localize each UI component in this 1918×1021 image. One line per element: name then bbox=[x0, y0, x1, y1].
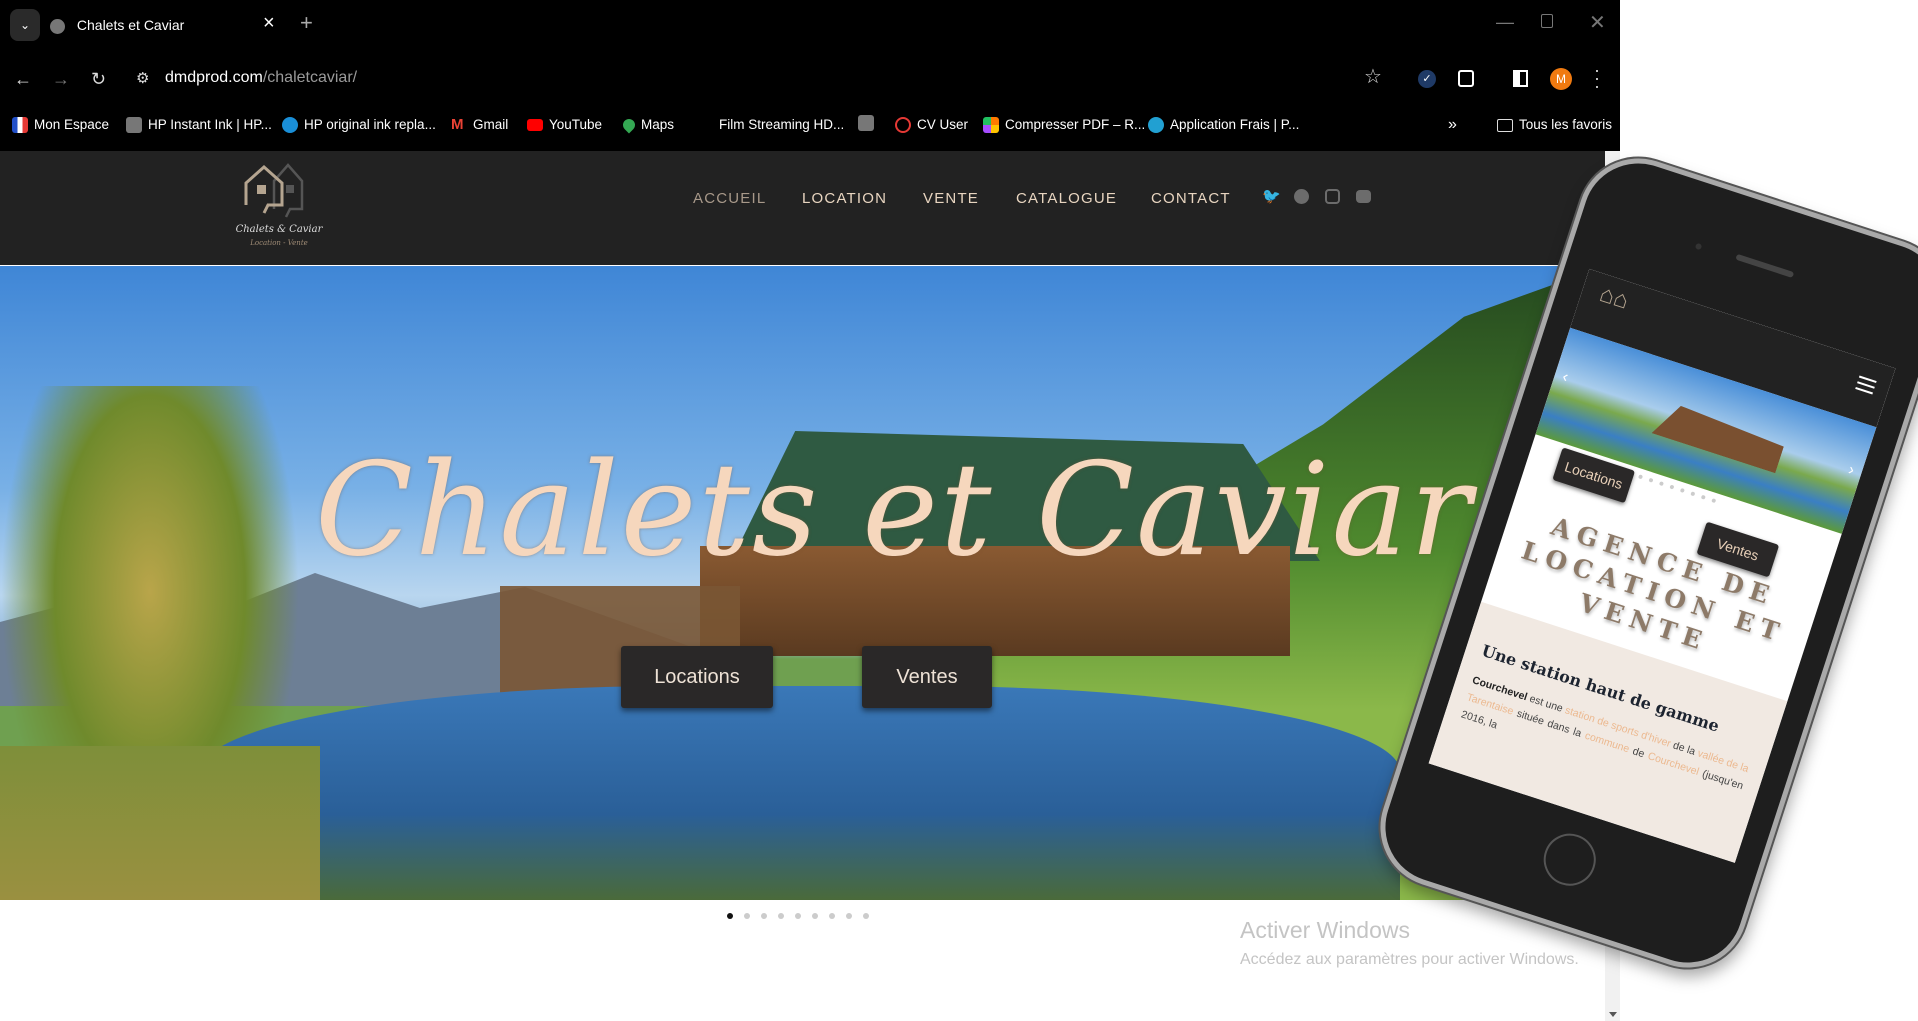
carousel-dot[interactable] bbox=[795, 913, 801, 919]
chalet-logo-icon bbox=[244, 163, 304, 218]
reload-button[interactable]: ↻ bbox=[91, 69, 106, 89]
chevron-left-icon[interactable]: ‹ bbox=[1560, 368, 1570, 387]
carousel-dot[interactable] bbox=[1700, 494, 1706, 500]
grid-icon bbox=[983, 117, 999, 133]
phone-home-button bbox=[1536, 826, 1603, 893]
bookmark-maps[interactable]: Maps bbox=[620, 115, 674, 135]
globe-icon bbox=[126, 117, 142, 133]
bookmark-mon-espace[interactable]: Mon Espace bbox=[12, 115, 109, 135]
carousel-dot[interactable] bbox=[1638, 474, 1644, 480]
globe-icon bbox=[858, 115, 874, 131]
tab-close-button[interactable]: × bbox=[263, 12, 275, 35]
pond bbox=[200, 686, 1400, 900]
tab-active[interactable]: Chalets et Caviar bbox=[50, 8, 290, 42]
forward-button[interactable]: → bbox=[52, 69, 70, 89]
carousel-dot[interactable] bbox=[727, 913, 733, 919]
marianne-icon bbox=[12, 117, 28, 133]
bookmark-globe[interactable] bbox=[858, 115, 874, 131]
bookmark-application-frais[interactable]: Application Frais | P... bbox=[1148, 115, 1299, 135]
url-domain: dmdprod.com bbox=[165, 69, 263, 86]
scroll-down-arrow-icon[interactable] bbox=[1609, 1012, 1617, 1017]
hp-icon bbox=[282, 117, 298, 133]
wordpress-icon bbox=[1148, 117, 1164, 133]
carousel-dot[interactable] bbox=[1658, 481, 1664, 487]
bookmark-star-icon[interactable]: ☆ bbox=[1364, 67, 1382, 87]
restore-button[interactable] bbox=[1541, 14, 1553, 28]
carousel-dot[interactable] bbox=[1690, 491, 1696, 497]
locations-button[interactable]: Locations bbox=[621, 646, 773, 708]
bookmark-hp-instant-ink[interactable]: HP Instant Ink | HP... bbox=[126, 115, 272, 135]
more-bookmarks-button[interactable]: » bbox=[1448, 115, 1457, 135]
bookmark-cv-user[interactable]: CV User bbox=[895, 115, 968, 135]
bookmark-film-streaming[interactable]: Film Streaming HD... bbox=[719, 115, 844, 135]
profile-avatar[interactable]: M bbox=[1550, 68, 1572, 90]
tab-title: Chalets et Caviar bbox=[76, 17, 185, 33]
tab-search-button[interactable]: ⌄ bbox=[10, 9, 40, 41]
new-tab-button[interactable]: + bbox=[300, 10, 313, 36]
hamburger-menu-icon[interactable] bbox=[1855, 375, 1877, 395]
carousel-dot[interactable] bbox=[1679, 487, 1685, 493]
nav-vente[interactable]: VENTE bbox=[923, 190, 979, 207]
globe-icon bbox=[50, 18, 65, 34]
carousel-dot[interactable] bbox=[846, 913, 852, 919]
site-header: Chalets & Caviar Location - Vente ACCUEI… bbox=[0, 151, 1605, 265]
carousel-dots bbox=[727, 913, 869, 919]
all-bookmarks-button[interactable]: Tous les favoris bbox=[1497, 115, 1612, 135]
phone-camera bbox=[1694, 242, 1703, 251]
hero-carousel[interactable]: Chalets et Caviar Locations Ventes bbox=[0, 266, 1605, 900]
side-panel-icon[interactable] bbox=[1513, 70, 1528, 87]
carousel-dot[interactable] bbox=[744, 913, 750, 919]
site-logo[interactable]: Chalets & Caviar Location - Vente bbox=[236, 161, 328, 256]
maps-icon bbox=[620, 116, 638, 134]
website-viewport: Chalets & Caviar Location - Vente ACCUEI… bbox=[0, 151, 1605, 1021]
activate-windows-title: Activer Windows bbox=[1240, 917, 1410, 943]
ventes-button[interactable]: Ventes bbox=[862, 646, 992, 708]
activate-windows-subtitle: Accédez aux paramètres pour activer Wind… bbox=[1240, 951, 1579, 968]
check-circle-icon bbox=[895, 117, 911, 133]
extension-check-icon[interactable]: ✓ bbox=[1418, 70, 1436, 88]
carousel-dot[interactable] bbox=[863, 913, 869, 919]
nav-accueil[interactable]: ACCUEIL bbox=[693, 190, 766, 207]
site-info-icon[interactable]: ⚙ bbox=[136, 69, 149, 89]
youtube-icon bbox=[527, 119, 543, 131]
chevron-right-icon[interactable]: › bbox=[1846, 461, 1856, 480]
youtube-icon[interactable] bbox=[1356, 190, 1371, 203]
bookmark-hp-original-ink[interactable]: HP original ink repla... bbox=[282, 115, 436, 135]
browser-window: ⌄ Chalets et Caviar × + — ✕ ← → ↻ ⚙ dmdp… bbox=[0, 0, 1620, 1021]
logo-subtext: Location - Vente bbox=[250, 239, 308, 247]
phone-chalet bbox=[1652, 400, 1786, 473]
phone-logo-icon: ⌂⌂ bbox=[1596, 280, 1633, 315]
carousel-dot[interactable] bbox=[1648, 477, 1654, 483]
phone-speaker bbox=[1735, 253, 1795, 279]
carousel-dot[interactable] bbox=[812, 913, 818, 919]
hero-title: Chalets et Caviar bbox=[315, 436, 1474, 585]
minimize-button[interactable]: — bbox=[1496, 12, 1514, 33]
nav-location[interactable]: LOCATION bbox=[802, 190, 887, 207]
bookmark-compresser-pdf[interactable]: Compresser PDF – R... bbox=[983, 115, 1145, 135]
carousel-dot[interactable] bbox=[761, 913, 767, 919]
url-path: /chaletcaviar/ bbox=[262, 69, 358, 86]
carousel-dot[interactable] bbox=[778, 913, 784, 919]
bookmark-gmail[interactable]: M Gmail bbox=[451, 115, 508, 135]
foreground-grass bbox=[0, 746, 320, 900]
gmail-icon: M bbox=[451, 116, 464, 133]
logo-text: Chalets & Caviar bbox=[235, 224, 323, 235]
carousel-dot[interactable] bbox=[829, 913, 835, 919]
extensions-icon[interactable] bbox=[1458, 70, 1474, 87]
carousel-dot[interactable] bbox=[1711, 498, 1717, 504]
menu-kebab-icon[interactable]: · · · bbox=[1594, 61, 1600, 95]
facebook-icon[interactable] bbox=[1294, 189, 1309, 204]
twitter-icon[interactable]: 🐦 bbox=[1262, 189, 1281, 204]
nav-catalogue[interactable]: CATALOGUE bbox=[1016, 190, 1117, 207]
close-window-button[interactable]: ✕ bbox=[1589, 10, 1606, 35]
nav-contact[interactable]: CONTACT bbox=[1151, 190, 1231, 207]
folder-icon bbox=[1497, 118, 1513, 132]
address-bar[interactable]: dmdprod.com/chaletcaviar/ bbox=[165, 69, 357, 87]
carousel-dot[interactable] bbox=[1669, 484, 1675, 490]
bookmark-youtube[interactable]: YouTube bbox=[527, 115, 602, 135]
instagram-icon[interactable] bbox=[1325, 189, 1340, 204]
back-button[interactable]: ← bbox=[14, 69, 32, 89]
